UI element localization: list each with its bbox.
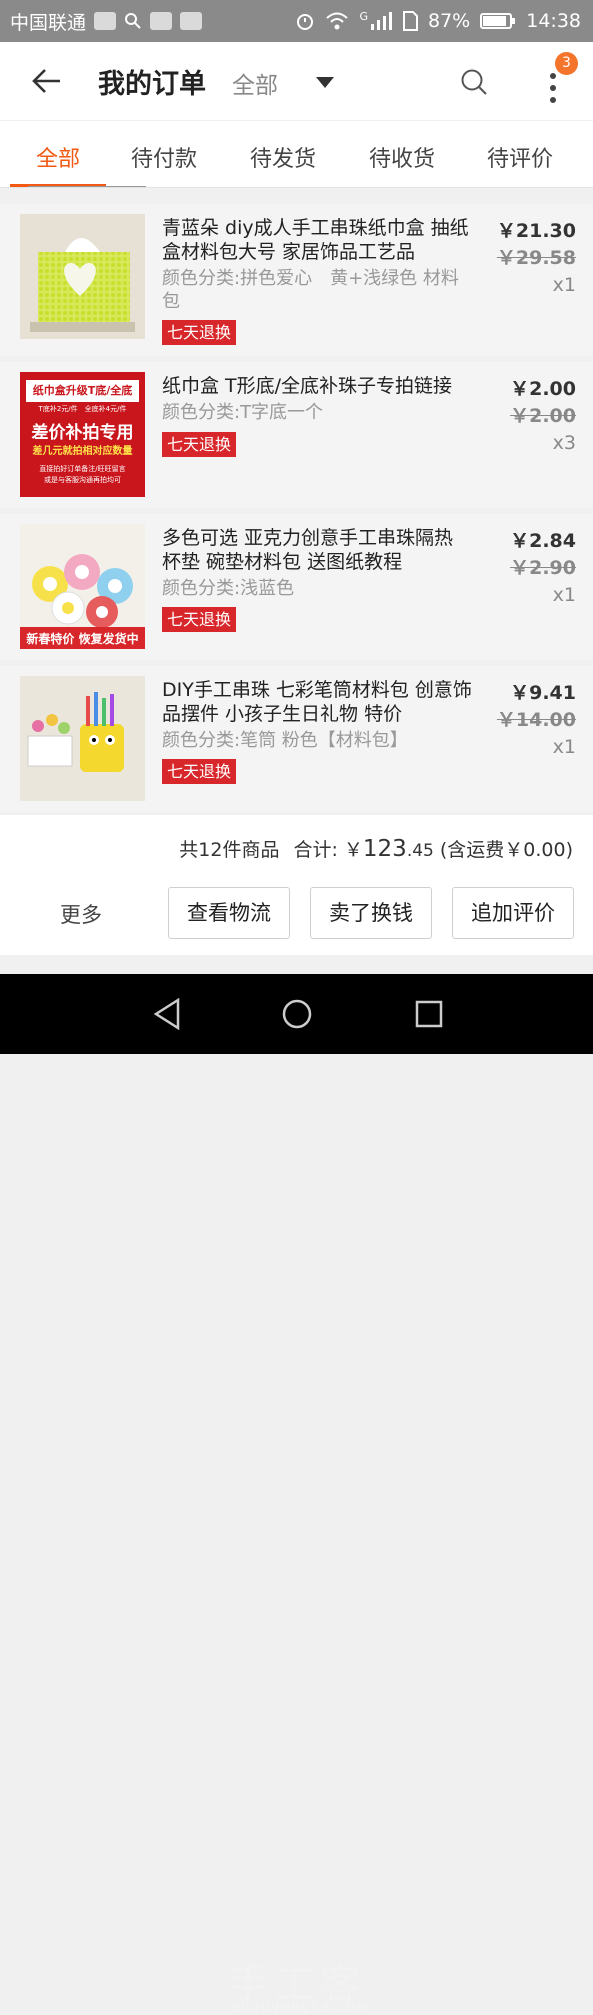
product-quantity: x1 (552, 584, 576, 606)
carrier-label: 中国联通 (10, 11, 87, 34)
search-notification-icon (125, 13, 141, 29)
thumb-note: 差几元就拍相对应数量 (32, 446, 133, 457)
product-original-price: ￥2.90 (510, 557, 576, 579)
app-notification-icon (94, 12, 117, 30)
app-header: 我的订单 全部 3 (0, 42, 593, 120)
thumb-heading: 纸巾盒升级T底/全底 (26, 380, 139, 402)
order-summary: 共12件商品 合计: ￥ 123.45 (含运费￥0.00) 更多 查看物流 卖了… (0, 815, 593, 955)
product-thumbnail: 新春特价 恢复发货中 (20, 524, 145, 649)
sim-icon (403, 11, 418, 31)
seven-day-return-badge: 七天退换 (162, 759, 237, 784)
divider (28, 186, 146, 187)
signal-type-label: G (359, 9, 368, 23)
seven-day-return-badge: 七天退换 (162, 432, 237, 457)
product-spec: 颜色分类:笔筒 粉色【材料包】 (162, 730, 408, 751)
product-price: ￥2.00 (510, 378, 576, 400)
shipping-fee: (含运费￥0.00) (439, 839, 573, 861)
clock: 14:38 (526, 10, 581, 32)
order-total-line: 共12件商品 合计: ￥ 123.45 (含运费￥0.00) (179, 835, 573, 862)
product-spec: 颜色分类:T字底一个 (162, 402, 324, 423)
product-spec: 颜色分类:浅蓝色 (162, 578, 295, 599)
product-thumbnail (20, 676, 145, 801)
order-status-tabs: 全部 待付款 待发货 待收货 待评价 (0, 121, 593, 188)
product-title[interactable]: 多色可选 亚克力创意手工串珠隔热杯垫 碗垫材料包 送图纸教程 (162, 526, 472, 574)
wifi-icon (326, 12, 349, 30)
view-logistics-button[interactable]: 查看物流 (168, 887, 290, 939)
tab-pending-receipt[interactable]: 待收货 (352, 141, 452, 173)
product-price: ￥2.84 (510, 530, 576, 552)
status-bar: 中国联通 G 87% 14:38 (0, 0, 593, 42)
tab-all[interactable]: 全部 (8, 141, 108, 173)
page-title: 我的订单 (98, 69, 206, 100)
search-icon[interactable] (460, 68, 488, 96)
paw-notification-icon (180, 12, 203, 30)
nav-recents-icon[interactable] (409, 994, 449, 1034)
total-currency: ￥ (343, 839, 363, 861)
tissue-box-image (20, 214, 145, 339)
thumb-footer-1: 直接拍好订单备注/旺旺留言 (39, 465, 126, 473)
order-filter-select[interactable]: 全部 (232, 66, 278, 100)
product-price: ￥9.41 (510, 682, 576, 704)
tab-pending-shipment[interactable]: 待发货 (233, 141, 333, 173)
seven-day-return-badge: 七天退换 (162, 320, 237, 345)
product-quantity: x3 (552, 432, 576, 454)
back-arrow-icon[interactable] (30, 66, 64, 96)
thumb-banner: 新春特价 恢复发货中 (26, 632, 139, 646)
tab-pending-payment[interactable]: 待付款 (114, 141, 214, 173)
item-count: 共12件商品 (179, 839, 280, 861)
youku-notification-icon (150, 12, 173, 30)
order-item[interactable]: 青蓝朵 diy成人手工串珠纸巾盒 抽纸盒材料包大号 家居饰品工艺品 颜色分类:拼… (0, 204, 593, 356)
order-item[interactable]: DIY手工串珠 七彩笔筒材料包 创意饰品摆件 小孩子生日礼物 特价 颜色分类:笔… (0, 666, 593, 812)
product-spec: 颜色分类:拼色爱心 黄+浅绿色 材料包 (162, 268, 459, 312)
thumb-main-text: 差价补拍专用 (31, 423, 134, 443)
product-quantity: x1 (552, 736, 576, 758)
signal-icon (371, 12, 392, 30)
tab-pending-review[interactable]: 待评价 (470, 141, 570, 173)
alarm-icon (297, 14, 314, 30)
product-original-price: ￥29.58 (496, 247, 576, 269)
more-actions-link[interactable]: 更多 (60, 899, 102, 929)
product-original-price: ￥14.00 (496, 709, 576, 731)
product-title[interactable]: 纸巾盒 T形底/全底补珠子专拍链接 (162, 374, 472, 398)
battery-icon (480, 13, 516, 29)
product-title[interactable]: DIY手工串珠 七彩笔筒材料包 创意饰品摆件 小孩子生日礼物 特价 (162, 678, 472, 726)
order-item[interactable]: 纸巾盒升级T底/全底 T底补2元/件 全底补4元/件 差价补拍专用 差几元就拍相… (0, 362, 593, 508)
product-title[interactable]: 青蓝朵 diy成人手工串珠纸巾盒 抽纸盒材料包大号 家居饰品工艺品 (162, 216, 472, 264)
pen-holder-image (20, 676, 145, 801)
total-label: 合计: (293, 839, 338, 861)
resell-button[interactable]: 卖了换钱 (310, 887, 432, 939)
thumb-footer-2: 或是与客服沟通再拍均可 (44, 476, 121, 484)
nav-back-icon[interactable] (148, 994, 188, 1034)
product-thumbnail (20, 214, 145, 339)
total-amount-decimal: .45 (406, 841, 434, 861)
product-original-price: ￥2.00 (510, 405, 576, 427)
thumb-subline: T底补2元/件 全底补4元/件 (38, 405, 127, 413)
system-nav-bar: 手工客 shougongke.com (0, 974, 593, 2015)
notification-badge: 3 (555, 52, 578, 75)
product-quantity: x1 (552, 274, 576, 296)
watermark-url: shougongke.com (232, 2000, 371, 2015)
total-amount-integer: 123 (362, 836, 407, 862)
order-item[interactable]: 新春特价 恢复发货中 多色可选 亚克力创意手工串珠隔热杯垫 碗垫材料包 送图纸教… (0, 514, 593, 660)
nav-home-icon[interactable] (277, 994, 317, 1034)
product-thumbnail: 纸巾盒升级T底/全底 T底补2元/件 全底补4元/件 差价补拍专用 差几元就拍相… (20, 372, 145, 497)
add-review-button[interactable]: 追加评价 (452, 887, 574, 939)
chevron-down-icon[interactable] (316, 77, 334, 88)
battery-percent: 87% (428, 10, 471, 32)
product-price: ￥21.30 (496, 220, 576, 242)
seven-day-return-badge: 七天退换 (162, 607, 237, 632)
